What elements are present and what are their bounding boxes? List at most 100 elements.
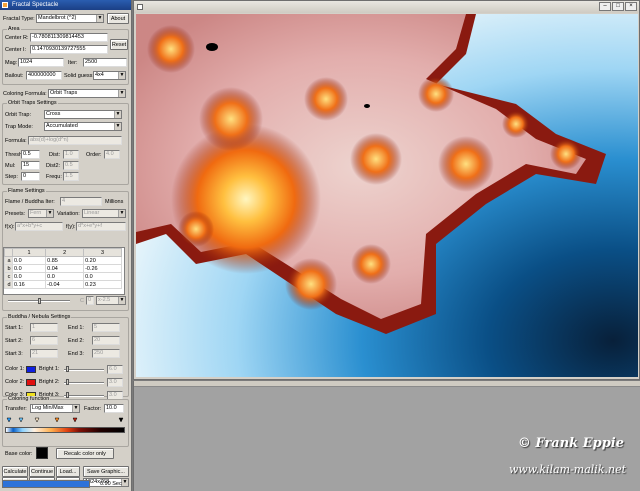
- bright2-slider[interactable]: [64, 382, 104, 384]
- about-button[interactable]: About: [107, 13, 129, 24]
- base-color-swatch[interactable]: [36, 447, 48, 459]
- presets-value: Fern: [30, 210, 42, 216]
- gradient-markers[interactable]: [5, 417, 125, 427]
- minimize-icon[interactable]: –: [599, 2, 611, 11]
- bright2-knob[interactable]: [66, 379, 69, 385]
- gradient-marker[interactable]: [54, 417, 60, 423]
- panel-title-bar[interactable]: Fractal Spectacle: [0, 0, 131, 10]
- end3-input[interactable]: 250: [92, 349, 120, 358]
- bright2-input[interactable]: 3.0: [107, 378, 123, 387]
- table-cell[interactable]: -0.04: [45, 280, 85, 289]
- start3-input[interactable]: 21: [30, 349, 58, 358]
- formula-input[interactable]: abs(d)+log(d^n): [28, 136, 122, 145]
- end1-input[interactable]: 5: [92, 323, 120, 332]
- fractal-spiral: [350, 133, 402, 185]
- recalc-color-button[interactable]: Recalc color only: [56, 448, 114, 459]
- dist2-input[interactable]: 0.5: [63, 161, 79, 170]
- chevron-down-icon: ▼: [72, 405, 79, 412]
- fx-input[interactable]: a*x+b*y+c: [15, 222, 63, 231]
- table-row: b 0.0 0.04 -0.26: [4, 264, 122, 273]
- table-row: d 0.16 -0.04 0.23: [4, 280, 122, 289]
- order-input[interactable]: 4.0: [104, 150, 120, 159]
- reset-button[interactable]: Reset: [110, 39, 128, 50]
- flame-iter-input[interactable]: 4: [60, 197, 102, 206]
- mag-input[interactable]: 1024: [18, 58, 64, 67]
- dist-input[interactable]: 1.0: [63, 150, 79, 159]
- factor-input[interactable]: 10.0: [104, 404, 124, 413]
- fractal-image[interactable]: [136, 14, 638, 377]
- table-cell[interactable]: 0.0: [45, 272, 85, 281]
- coloring-function-title: Coloring function: [7, 396, 51, 403]
- gradient-marker[interactable]: [72, 417, 78, 423]
- panel-body: Fractal Type: Mandelbrot (^2) ▼ About Ar…: [0, 10, 131, 491]
- center-r-input[interactable]: -0.780811309814453: [30, 33, 108, 42]
- solid-guess-value: 4x4: [95, 72, 104, 78]
- solid-guess-select[interactable]: 4x4 ▼: [93, 71, 126, 80]
- variation-select[interactable]: Linear ▼: [82, 209, 126, 218]
- transfer-select[interactable]: Log Min/Max ▼: [30, 404, 80, 413]
- end2-input[interactable]: 20: [92, 336, 120, 345]
- start1-input[interactable]: 1: [30, 323, 58, 332]
- table-cell[interactable]: 0.0: [11, 256, 47, 265]
- time-label: 0.90 Sec: [100, 481, 122, 487]
- table-cell[interactable]: -0.26: [83, 264, 122, 273]
- fractal-render[interactable]: [136, 14, 638, 377]
- thresh-input[interactable]: 0.5: [21, 150, 40, 159]
- presets-label: Presets:: [5, 211, 26, 217]
- bright1-slider[interactable]: [64, 369, 104, 371]
- end1-label: End 1:: [68, 325, 84, 331]
- fractal-spiral: [502, 110, 530, 138]
- fy-input[interactable]: d*x+e*y+f: [76, 222, 126, 231]
- mul-input[interactable]: 15: [21, 161, 40, 170]
- table-cell[interactable]: 0.16: [11, 280, 47, 289]
- table-cell[interactable]: 0.20: [83, 256, 122, 265]
- trap-mode-select[interactable]: Accumulated ▼: [44, 122, 122, 131]
- flame-table[interactable]: 1 2 3 a 0.0 0.85 0.20 b 0.0 0.04 -0.26 c…: [3, 247, 125, 295]
- step-input[interactable]: 0: [21, 172, 40, 181]
- bright1-input[interactable]: 6.0: [107, 365, 123, 374]
- orbit-trap-label: Orbit Trap:: [5, 112, 31, 118]
- close-icon[interactable]: ×: [625, 2, 637, 11]
- fractal-spiral: [438, 136, 494, 192]
- table-cell[interactable]: 0.85: [45, 256, 85, 265]
- bailout-input[interactable]: 400000000: [26, 71, 62, 80]
- save-graphic-button[interactable]: Save Graphic...: [83, 466, 129, 477]
- table-cell[interactable]: 0.23: [83, 280, 122, 289]
- maximize-icon[interactable]: □: [612, 2, 624, 11]
- bright3-knob[interactable]: [66, 392, 69, 398]
- iter-input[interactable]: 2500: [83, 58, 127, 67]
- color2-swatch[interactable]: [26, 379, 36, 386]
- table-cell[interactable]: 0.0: [83, 272, 122, 281]
- presets-select[interactable]: Fern ▼: [28, 209, 54, 218]
- bright1-knob[interactable]: [66, 366, 69, 372]
- fractal-title-bar[interactable]: – □ ×: [134, 1, 639, 13]
- frequ-input[interactable]: 1.5: [63, 172, 79, 181]
- start1-label: Start 1:: [5, 325, 23, 331]
- load-button[interactable]: Load...: [56, 466, 80, 477]
- bright3-slider[interactable]: [64, 395, 104, 397]
- step-label: Step:: [5, 174, 18, 180]
- gradient-marker[interactable]: [18, 417, 24, 423]
- table-cell[interactable]: 0.0: [11, 272, 47, 281]
- flame-slider-value[interactable]: 0: [86, 296, 94, 305]
- fractal-type-value: Mandelbrot (^2): [38, 15, 77, 21]
- gradient-bar[interactable]: [5, 427, 125, 433]
- start2-input[interactable]: 6: [30, 336, 58, 345]
- flame-slider-knob[interactable]: [38, 298, 41, 304]
- fractal-spiral: [178, 211, 214, 247]
- fractal-type-select[interactable]: Mandelbrot (^2) ▼: [36, 14, 104, 23]
- calculate-button[interactable]: Calculate: [2, 466, 28, 477]
- orbit-trap-select[interactable]: Cross ▼: [44, 110, 122, 119]
- color1-label: Color 1:: [5, 366, 25, 372]
- center-i-input[interactable]: 0.1470930139727555: [30, 45, 108, 54]
- table-cell[interactable]: 0.0: [11, 264, 47, 273]
- gradient-marker[interactable]: [6, 417, 12, 423]
- gradient-marker[interactable]: [118, 417, 124, 423]
- continue-button[interactable]: Continue: [29, 466, 55, 477]
- gradient-editor[interactable]: [5, 417, 125, 427]
- gradient-marker[interactable]: [34, 417, 40, 423]
- flame-range-select[interactable]: x-2.5 ▼: [96, 296, 126, 305]
- color1-swatch[interactable]: [26, 366, 36, 373]
- table-cell[interactable]: 0.04: [45, 264, 85, 273]
- coloring-formula-select[interactable]: Orbit Traps ▼: [48, 89, 126, 98]
